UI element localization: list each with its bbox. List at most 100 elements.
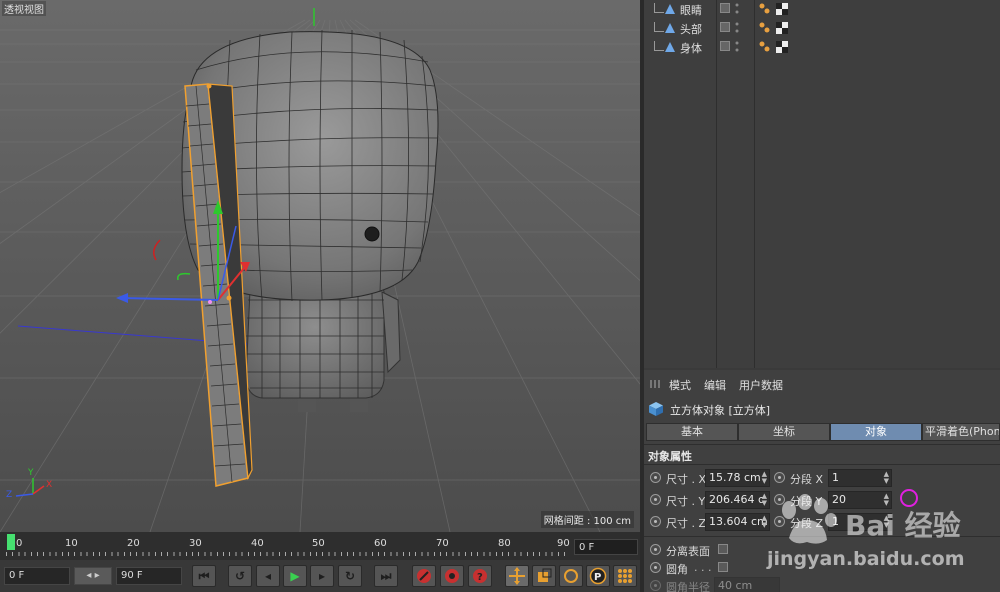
attribute-tabs: 基本 坐标 对象 平滑着色(Phon: [646, 423, 1000, 441]
tab-basic[interactable]: 基本: [646, 423, 738, 441]
object-row-body[interactable]: 身体: [644, 38, 1000, 56]
layer-toggle[interactable]: [720, 3, 730, 13]
separator: [644, 444, 1000, 445]
layer-toggle[interactable]: [720, 22, 730, 32]
prop-label: 尺寸 . X: [666, 473, 707, 486]
section-title: 对象属性: [648, 450, 692, 463]
svg-text:P: P: [594, 572, 601, 583]
current-frame-field[interactable]: 0 F: [574, 539, 638, 555]
key-selection-button[interactable]: ?: [468, 565, 492, 587]
prop-label: 尺寸 . Y: [666, 495, 706, 508]
visibility-dots-icon[interactable]: [735, 40, 739, 54]
baidu-watermark: Bai 经验 jingyan.baidu.com: [755, 490, 995, 590]
fillet-checkbox[interactable]: [718, 562, 728, 572]
animate-radio[interactable]: [650, 562, 661, 573]
fillet-dots: . . .: [694, 561, 712, 574]
pla-key-button[interactable]: [613, 565, 637, 587]
param-key-button[interactable]: P: [586, 565, 610, 587]
paw-logo-icon: [782, 494, 837, 544]
size-x-field[interactable]: 15.78 cm ▲ ▼: [705, 469, 770, 487]
seg-x-field[interactable]: 1 ▲ ▼: [828, 469, 892, 487]
record-button[interactable]: [412, 565, 436, 587]
animate-radio[interactable]: [650, 580, 661, 591]
null-object-icon: [665, 4, 675, 14]
tree-branch: [654, 3, 664, 13]
object-row-head[interactable]: 头部: [644, 19, 1000, 37]
range-slider[interactable]: ◂ ▸: [74, 567, 112, 585]
start-frame-field[interactable]: 0 F: [4, 567, 70, 585]
object-manager: 眼睛 头部 身体: [644, 0, 1000, 368]
prop-separate-surfaces: 分离表面: [650, 541, 770, 559]
animate-radio[interactable]: [650, 544, 661, 555]
tick-label: 0: [16, 538, 23, 549]
visibility-dots-icon[interactable]: [735, 2, 739, 16]
grip-icon[interactable]: [650, 380, 662, 388]
tab-phong[interactable]: 平滑着色(Phon: [922, 423, 1000, 441]
rotate-key-button[interactable]: [559, 565, 583, 587]
tree-branch: [654, 22, 664, 32]
move-key-button[interactable]: [505, 565, 529, 587]
material-tags-icon[interactable]: [758, 2, 788, 16]
tick-label: 80: [498, 538, 511, 549]
menu-user-data[interactable]: 用户数据: [739, 377, 783, 393]
tree-branch: [654, 41, 664, 51]
attribute-object-line: 立方体对象 [立方体]: [648, 400, 998, 418]
null-object-icon: [665, 23, 675, 33]
tick-label: 70: [436, 538, 449, 549]
animate-radio[interactable]: [650, 472, 661, 483]
scale-key-button[interactable]: [532, 565, 556, 587]
play-button[interactable]: ▶: [283, 565, 307, 587]
material-tags-icon[interactable]: [758, 40, 788, 54]
tab-object[interactable]: 对象: [830, 423, 922, 441]
tick-label: 50: [312, 538, 325, 549]
auto-key-button[interactable]: [440, 565, 464, 587]
null-object-icon: [665, 42, 675, 52]
attribute-object-title: 立方体对象 [立方体]: [670, 404, 771, 417]
cinema4d-window: 透视视图 Y X Z 网格间距 : 100 cm 眼睛 头部 身体 模式 编辑 …: [0, 0, 1000, 592]
separate-surfaces-checkbox[interactable]: [718, 544, 728, 554]
visibility-dots-icon[interactable]: [735, 21, 739, 35]
prop-label: 圆角半径: [666, 581, 710, 592]
menu-edit[interactable]: 编辑: [704, 377, 726, 393]
eye-sphere: [364, 226, 380, 242]
prop-size-z: 尺寸 . Z 13.604 cm ▲ ▼: [650, 513, 770, 531]
prop-size-x: 尺寸 . X 15.78 cm ▲ ▼: [650, 469, 770, 487]
axis-x-label: X: [46, 480, 53, 490]
tick-label: 90: [557, 538, 570, 549]
prev-frame-button[interactable]: ◂: [256, 565, 280, 587]
attribute-menubar: 模式 编辑 用户数据: [644, 374, 1000, 394]
animate-radio[interactable]: [650, 494, 661, 505]
viewport-title[interactable]: 透视视图: [2, 1, 46, 16]
animate-radio[interactable]: [650, 516, 661, 527]
cube-icon: [649, 402, 663, 416]
axis-z-label: Z: [6, 490, 13, 500]
menu-mode[interactable]: 模式: [669, 377, 691, 393]
layer-toggle[interactable]: [720, 41, 730, 51]
perspective-viewport[interactable]: 透视视图 Y X Z 网格间距 : 100 cm: [0, 0, 640, 532]
next-frame-button[interactable]: ▸: [310, 565, 334, 587]
material-tags-icon[interactable]: [758, 21, 788, 35]
tick-label: 20: [127, 538, 140, 549]
prev-key-button[interactable]: ↺: [228, 565, 252, 587]
axis-y-label: Y: [28, 468, 34, 478]
object-name: 身体: [680, 42, 702, 55]
timeline[interactable]: 0 10 20 30 40 50 60 70 80 90 0 F: [0, 532, 640, 560]
viewport-scene: [0, 0, 640, 532]
timeline-frame-marks: [6, 552, 568, 556]
prop-label: 圆角: [666, 563, 688, 576]
tick-label: 60: [374, 538, 387, 549]
watermark-brand: Bai 经验: [845, 509, 961, 542]
prop-size-y: 尺寸 . Y 206.464 c ▲ ▼: [650, 491, 770, 509]
prop-label: 分离表面: [666, 545, 710, 558]
tab-coord[interactable]: 坐标: [738, 423, 830, 441]
svg-text:?: ?: [477, 572, 483, 583]
end-frame-field[interactable]: 90 F: [116, 567, 182, 585]
object-name: 头部: [680, 23, 702, 36]
goto-end-button[interactable]: ⏭: [374, 565, 398, 587]
prop-seg-x: 分段 X 1 ▲ ▼: [774, 469, 892, 487]
separator: [644, 464, 1000, 465]
animate-radio[interactable]: [774, 472, 785, 483]
object-row-eyes[interactable]: 眼睛: [644, 0, 1000, 18]
goto-start-button[interactable]: ⏮: [192, 565, 216, 587]
next-key-button[interactable]: ↻: [338, 565, 362, 587]
